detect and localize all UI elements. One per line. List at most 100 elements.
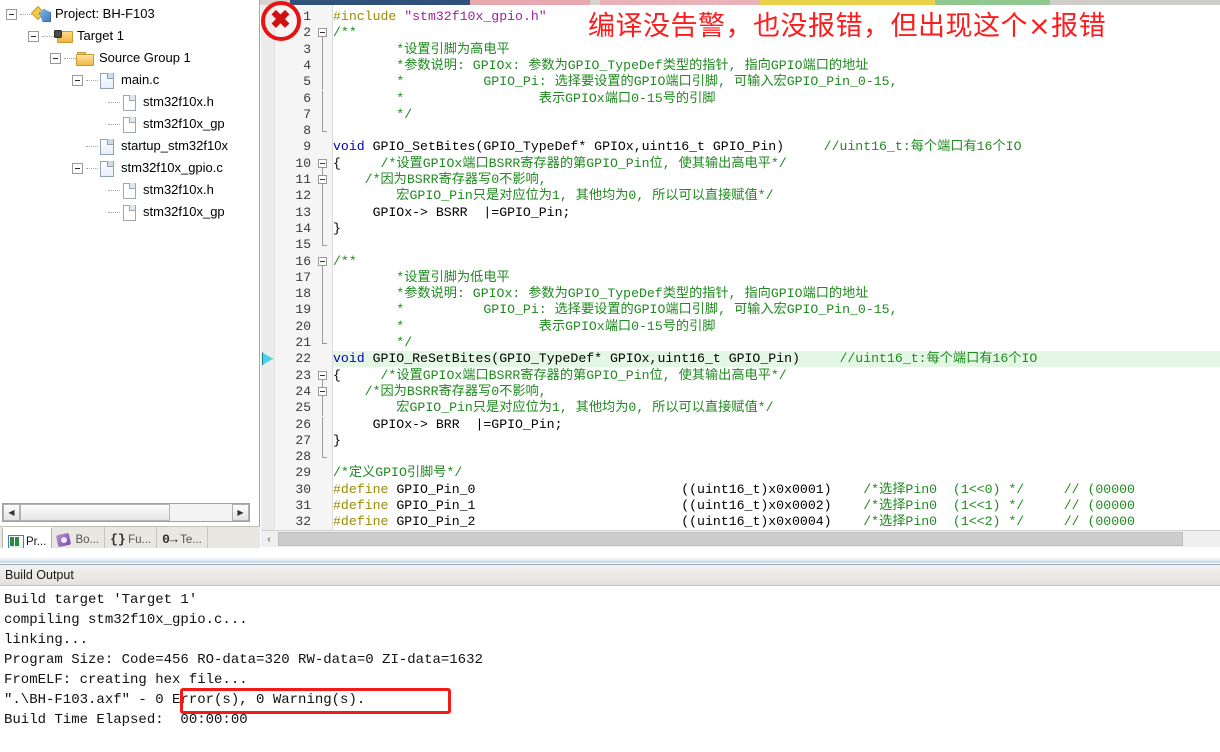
fold-bar [322, 74, 323, 91]
c-source-icon [98, 72, 116, 89]
code-line[interactable]: #define GPIO_Pin_2 ((uint16_t)x0x0004) /… [333, 514, 1220, 530]
editor-fold-column[interactable] [315, 5, 333, 530]
line-number: 29 [295, 465, 311, 481]
tree-expander-minus-icon[interactable] [72, 74, 83, 86]
code-line[interactable]: /*因为BSRR寄存器写0不影响, [333, 172, 1220, 188]
code-line[interactable]: /** [333, 254, 1220, 270]
fold-collapse-icon[interactable] [318, 386, 327, 396]
line-number: 26 [295, 416, 311, 432]
fold-end-tick [322, 343, 327, 345]
fold-collapse-icon[interactable] [318, 175, 327, 184]
tree-node-spacer [94, 119, 105, 130]
code-line[interactable]: #define GPIO_Pin_0 ((uint16_t)x0x0001) /… [333, 482, 1220, 498]
code-line[interactable]: *设置引脚为高电平 [333, 42, 1220, 58]
code-line[interactable] [333, 123, 1220, 139]
tree-node[interactable]: startup_stm32f10x [0, 135, 260, 157]
code-line[interactable]: * GPIO_Pi: 选择要设置的GPIO端口引脚, 可输入宏GPIO_Pin_… [333, 302, 1220, 318]
code-line[interactable] [333, 237, 1220, 253]
code-line[interactable]: { /*设置GPIOx端口BSRR寄存器的第GPIO_Pin位, 使其输出高电平… [333, 368, 1220, 384]
project-tree[interactable]: Project: BH-F103 Target 1 Source Group 1 ma… [0, 3, 260, 223]
code-line[interactable]: } [333, 433, 1220, 449]
editor-scroll-thumb[interactable] [278, 532, 1183, 546]
tree-node-spacer [94, 185, 105, 196]
tree-node-label: main.c [121, 72, 160, 87]
code-line[interactable]: *参数说明: GPIOx: 参数为GPIO_TypeDef类型的指针, 指向GP… [333, 58, 1220, 74]
scroll-track[interactable] [170, 504, 232, 521]
tree-node[interactable]: stm32f10x_gp [0, 201, 260, 223]
tree-node[interactable]: stm32f10x.h [0, 179, 260, 201]
editor-scroll-left-button[interactable]: ‹ [261, 531, 277, 547]
bookmark-arrow-icon[interactable] [262, 352, 273, 366]
code-line[interactable]: 宏GPIO_Pin只是对应位为1, 其他均为0, 所以可以直接赋值*/ [333, 400, 1220, 416]
code-token-plain: { [333, 155, 341, 171]
code-token-plain: GPIOx-> BSRR |=GPIO_Pin; [333, 204, 571, 220]
code-line[interactable]: * GPIO_Pi: 选择要设置的GPIO端口引脚, 可输入宏GPIO_Pin_… [333, 74, 1220, 90]
tree-node[interactable]: Target 1 [0, 25, 260, 47]
tree-node[interactable]: Source Group 1 [0, 47, 260, 69]
code-token-kw: void [333, 139, 365, 155]
code-line[interactable] [333, 449, 1220, 465]
c-source-icon [98, 160, 116, 177]
code-line[interactable]: GPIOx-> BSRR |=GPIO_Pin; [333, 205, 1220, 221]
fold-collapse-icon[interactable] [318, 28, 327, 38]
code-line[interactable]: 宏GPIO_Pin只是对应位为1, 其他均为0, 所以可以直接赋值*/ [333, 188, 1220, 204]
panel-tab-label: Bo... [75, 534, 100, 546]
line-number: 21 [295, 335, 311, 350]
tree-connector-line [42, 35, 54, 37]
tree-node-spacer [94, 97, 105, 108]
code-line[interactable]: } [333, 221, 1220, 237]
code-line[interactable]: *参数说明: GPIOx: 参数为GPIO_TypeDef类型的指针, 指向GP… [333, 286, 1220, 302]
code-token-cmt: /*选择Pin0 (1<<2) */ [863, 514, 1025, 530]
functions-braces-icon: {} [110, 532, 126, 547]
tree-node[interactable]: stm32f10x_gpio.c [0, 157, 260, 179]
code-line[interactable]: */ [333, 335, 1220, 351]
tree-expander-minus-icon[interactable] [72, 162, 83, 174]
build-output-text[interactable]: Build target 'Target 1' compiling stm32f1… [0, 587, 1220, 752]
code-line[interactable]: #define GPIO_Pin_1 ((uint16_t)x0x0002) /… [333, 498, 1220, 514]
build-output-line: ".\BH-F103.axf" - 0 Error(s), 0 Warning(… [4, 692, 366, 708]
line-number: 12 [295, 188, 311, 204]
scroll-left-button[interactable]: ◀ [3, 504, 20, 521]
code-line[interactable]: /*定义GPIO引脚号*/ [333, 465, 1220, 481]
tree-expander-minus-icon[interactable] [6, 8, 17, 20]
code-line[interactable]: *设置引脚为低电平 [333, 270, 1220, 286]
tree-expander-minus-icon[interactable] [28, 30, 39, 42]
code-line[interactable]: void GPIO_ReSetBites(GPIO_TypeDef* GPIOx… [333, 351, 1220, 368]
line-number: 2 [303, 25, 311, 41]
tree-node[interactable]: stm32f10x_gp [0, 113, 260, 135]
code-line[interactable]: */ [333, 107, 1220, 123]
code-line[interactable]: /*因为BSRR寄存器写0不影响, [333, 384, 1220, 400]
fold-bar [322, 400, 323, 417]
editor-bookmark-margin[interactable] [261, 5, 275, 530]
fold-collapse-icon[interactable] [318, 256, 327, 266]
tree-node[interactable]: main.c [0, 69, 260, 91]
target-icon [54, 28, 73, 44]
line-number: 7 [303, 106, 311, 122]
code-line[interactable]: * 表示GPIOx端口0-15号的引脚 [333, 319, 1220, 335]
line-number: 6 [303, 90, 311, 106]
tree-node[interactable]: Project: BH-F103 [0, 3, 260, 25]
scroll-right-button[interactable]: ▶ [232, 504, 249, 521]
editor-hscrollbar[interactable]: ‹ [261, 530, 1220, 547]
scroll-thumb[interactable] [20, 504, 170, 521]
splitter-bar [0, 557, 1220, 563]
line-number: 11 [295, 172, 311, 187]
tree-node[interactable]: stm32f10x.h [0, 91, 260, 113]
line-number: 18 [295, 286, 311, 302]
code-line[interactable]: { /*设置GPIOx端口BSRR寄存器的第GPIO_Pin位, 使其输出高电平… [333, 156, 1220, 172]
project-panel-hscrollbar[interactable]: ◀ ▶ [2, 503, 250, 522]
code-line[interactable]: * 表示GPIOx端口0-15号的引脚 [333, 91, 1220, 107]
fold-collapse-icon[interactable] [318, 158, 327, 168]
tree-connector-line [86, 145, 98, 147]
code-line[interactable]: void GPIO_SetBites(GPIO_TypeDef* GPIOx,u… [333, 139, 1220, 155]
code-token-cmt: 宏GPIO_Pin只是对应位为1, 其他均为0, 所以可以直接赋值*/ [333, 188, 774, 204]
code-line[interactable]: GPIOx-> BRR |=GPIO_Pin; [333, 417, 1220, 433]
c-source-icon [98, 138, 116, 155]
fold-collapse-icon[interactable] [318, 370, 327, 380]
line-number: 23 [295, 367, 311, 383]
code-editor[interactable]: 1 2 3 4 5 6 7 8 9 10 11 12 13 14 15 16 17 18 19 20 21 22 23 24 2… [261, 5, 1220, 530]
pane-splitter[interactable] [0, 548, 1220, 564]
tree-expander-minus-icon[interactable] [50, 52, 61, 64]
editor-code-area[interactable]: #include "stm32f10x_gpio.h" /** *设置引脚为高电平… [333, 5, 1220, 530]
